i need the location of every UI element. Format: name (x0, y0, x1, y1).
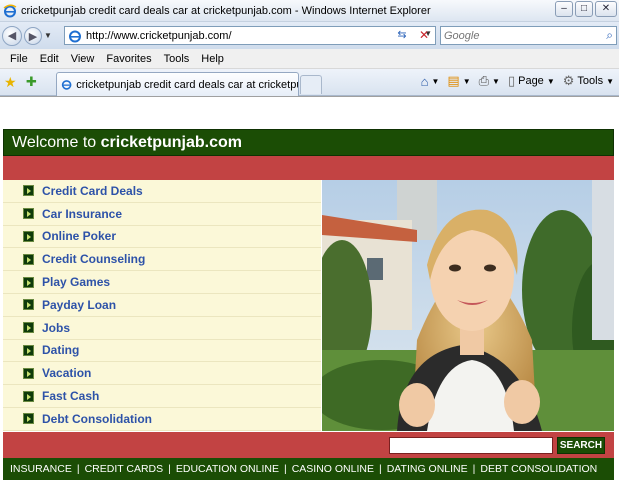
menu-item-credit-counseling[interactable]: Credit Counseling (3, 248, 321, 272)
search-icon[interactable]: ⌕ (606, 28, 613, 43)
menu-item-jobs[interactable]: Jobs (3, 317, 321, 340)
forward-button[interactable]: ▶ (24, 26, 42, 45)
close-button[interactable]: ✕ (595, 1, 617, 17)
site-search-input[interactable] (389, 437, 553, 454)
favorites-star-icon[interactable]: ★ (4, 74, 17, 91)
footer-link-credit-cards[interactable]: CREDIT CARDS (80, 463, 169, 475)
arrow-bullet-icon (23, 367, 34, 379)
menu-item-payday-loan[interactable]: Payday Loan (3, 294, 321, 317)
menu-item-label[interactable]: Vacation (42, 366, 91, 380)
menu-item-vacation[interactable]: Vacation (3, 362, 321, 386)
menu-file[interactable]: File (4, 53, 34, 65)
window-title-bar: cricketpunjab credit card deals car at c… (0, 0, 619, 22)
home-icon[interactable]: ⌂ (421, 74, 429, 89)
feeds-icon[interactable]: ▤ (447, 73, 459, 89)
tab-current-page[interactable]: cricketpunjab credit card deals car at c… (56, 72, 299, 96)
arrow-bullet-icon (23, 413, 34, 425)
maximize-button[interactable]: □ (575, 1, 593, 17)
menu-bar: File Edit View Favorites Tools Help (0, 49, 619, 69)
menu-item-label[interactable]: Jobs (42, 321, 70, 335)
feeds-dropdown-icon[interactable]: ▼ (463, 77, 471, 86)
tools-dropdown-icon[interactable]: ▼ (606, 77, 614, 86)
page-menu-button[interactable]: Page (518, 75, 544, 87)
menu-item-credit-card-deals[interactable]: Credit Card Deals (3, 180, 321, 203)
footer-link-education-online[interactable]: EDUCATION ONLINE (171, 463, 284, 475)
window-title: cricketpunjab credit card deals car at c… (21, 4, 431, 17)
menu-item-play-games[interactable]: Play Games (3, 271, 321, 294)
command-bar: ⌂ ▼ ▤ ▼ ⎙ ▼ ▯ Page ▼ ⚙ Tools ▼ (421, 73, 619, 89)
arrow-bullet-icon (23, 322, 34, 334)
menu-item-label[interactable]: Debt Consolidation (42, 412, 152, 426)
search-row: SEARCH (3, 432, 614, 458)
stop-icon: ✕ (418, 28, 430, 42)
web-search-input[interactable] (444, 29, 594, 42)
menu-favorites[interactable]: Favorites (100, 53, 157, 65)
minimize-button[interactable]: – (555, 1, 573, 17)
menu-item-fast-cash[interactable]: Fast Cash (3, 385, 321, 408)
menu-item-label[interactable]: Dating (42, 343, 79, 357)
url-input[interactable] (86, 29, 386, 42)
footer-link-dating-online[interactable]: DATING ONLINE (382, 463, 473, 475)
page-ie-icon (69, 30, 81, 42)
address-toolbar: ◀ ▶ ▼ ▼ ⇆ ✕ ⌕ (0, 22, 619, 49)
footer-link-debt-consolidation[interactable]: DEBT CONSOLIDATION (475, 463, 602, 475)
menu-item-debt-consolidation[interactable]: Debt Consolidation (3, 408, 321, 431)
menu-item-online-poker[interactable]: Online Poker (3, 226, 321, 249)
tab-bar: ★ ✚ cricketpunjab credit card deals car … (0, 69, 619, 96)
hero-photo (322, 180, 614, 431)
header-red-bar (3, 156, 614, 180)
menu-item-label[interactable]: Fast Cash (42, 389, 99, 403)
add-favorites-icon[interactable]: ✚ (26, 74, 37, 90)
menu-item-label[interactable]: Car Insurance (42, 207, 122, 221)
tab-ie-icon (61, 80, 72, 90)
arrow-bullet-icon (23, 299, 34, 311)
tab-label: cricketpunjab credit card deals car at c… (76, 78, 298, 91)
arrow-bullet-icon (23, 230, 34, 242)
home-dropdown-icon[interactable]: ▼ (431, 77, 439, 86)
welcome-header: Welcome to cricketpunjab.com (3, 129, 614, 156)
welcome-prefix: Welcome to (12, 134, 101, 151)
menu-item-label[interactable]: Credit Counseling (42, 252, 145, 266)
refresh-icon: ⇆ (397, 29, 407, 41)
page-dropdown-icon[interactable]: ▼ (547, 77, 555, 86)
new-tab-button[interactable] (300, 75, 322, 94)
menu-item-label[interactable]: Online Poker (42, 229, 116, 243)
refresh-button[interactable]: ⇆ (392, 27, 412, 44)
menu-item-label[interactable]: Payday Loan (42, 298, 116, 312)
menu-item-label[interactable]: Play Games (42, 275, 110, 289)
menu-view[interactable]: View (65, 53, 101, 65)
arrow-bullet-icon (23, 253, 34, 265)
welcome-site-name: cricketpunjab.com (100, 134, 242, 151)
back-arrow-icon: ◀ (7, 29, 17, 42)
menu-help[interactable]: Help (195, 53, 230, 65)
stop-button[interactable]: ✕ (414, 27, 434, 44)
print-dropdown-icon[interactable]: ▼ (492, 77, 500, 86)
menu-edit[interactable]: Edit (34, 53, 65, 65)
tools-menu-button[interactable]: Tools (577, 75, 603, 87)
arrow-bullet-icon (23, 390, 34, 402)
arrow-bullet-icon (23, 208, 34, 220)
footer-link-insurance[interactable]: INSURANCE (5, 463, 77, 475)
menu-item-label[interactable]: Credit Card Deals (42, 184, 143, 198)
page-icon: ▯ (507, 73, 516, 88)
back-button[interactable]: ◀ (2, 25, 22, 46)
arrow-bullet-icon (23, 344, 34, 356)
web-search-box[interactable]: ⌕ (440, 26, 617, 45)
footer-link-casino-online[interactable]: CASINO ONLINE (287, 463, 379, 475)
menu-item-car-insurance[interactable]: Car Insurance (3, 203, 321, 226)
print-icon[interactable]: ⎙ (479, 73, 489, 89)
address-field[interactable]: ▼ (64, 26, 436, 45)
link-menu: Credit Card Deals Car Insurance Online P… (3, 180, 321, 431)
search-button[interactable]: SEARCH (557, 437, 605, 454)
forward-arrow-icon: ▶ (28, 30, 38, 43)
history-dropdown-icon[interactable]: ▼ (44, 31, 54, 40)
footer-links: INSURANCE | CREDIT CARDS | EDUCATION ONLIN… (3, 458, 614, 480)
menu-item-dating[interactable]: Dating (3, 340, 321, 363)
internet-explorer-icon (3, 4, 17, 17)
arrow-bullet-icon (23, 185, 34, 197)
gear-icon: ⚙ (562, 73, 575, 88)
arrow-bullet-icon (23, 276, 34, 288)
menu-tools[interactable]: Tools (158, 53, 196, 65)
page-viewport: Welcome to cricketpunjab.com Credit Card… (0, 96, 619, 480)
